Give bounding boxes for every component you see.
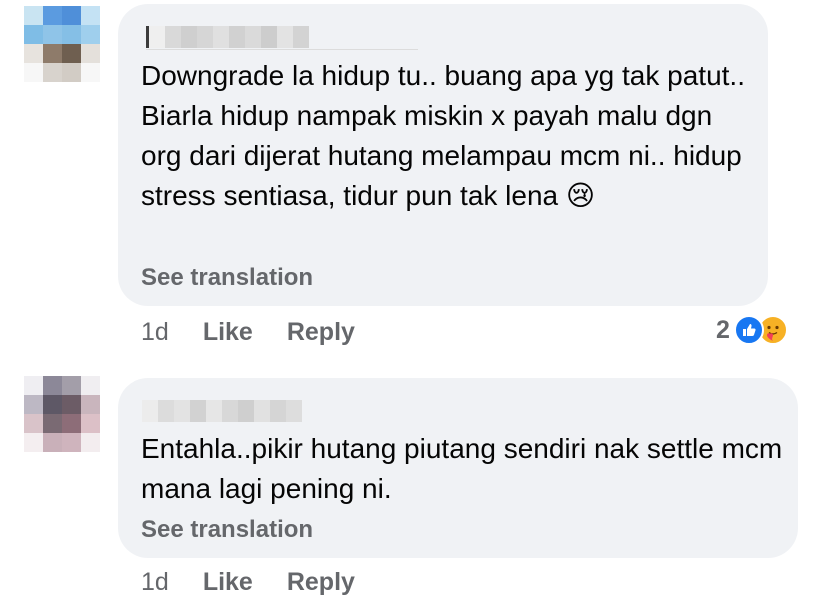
reaction-count: 2: [716, 315, 730, 344]
comment-actions: 1d Like Reply: [141, 568, 355, 597]
reply-button[interactable]: Reply: [287, 568, 355, 597]
commenter-name-blurred[interactable]: [146, 26, 309, 48]
comment-actions: 1d Like Reply: [141, 318, 355, 347]
commenter-name-blurred[interactable]: [142, 400, 302, 422]
comment-text: Downgrade la hidup tu.. buang apa yg tak…: [141, 60, 745, 211]
reply-button[interactable]: Reply: [287, 318, 355, 347]
avatar[interactable]: [24, 376, 100, 452]
reaction-summary[interactable]: 2: [716, 315, 788, 345]
like-icon: [733, 315, 764, 345]
like-button[interactable]: Like: [203, 568, 253, 597]
comment-text: Entahla..pikir hutang piutang sendiri na…: [141, 433, 783, 504]
name-underline: [146, 49, 418, 50]
comment-timestamp[interactable]: 1d: [141, 568, 169, 597]
like-button[interactable]: Like: [203, 318, 253, 347]
see-translation-link[interactable]: See translation: [141, 516, 313, 544]
comment-timestamp[interactable]: 1d: [141, 318, 169, 347]
see-translation-link[interactable]: See translation: [141, 264, 313, 292]
avatar[interactable]: [24, 6, 100, 82]
